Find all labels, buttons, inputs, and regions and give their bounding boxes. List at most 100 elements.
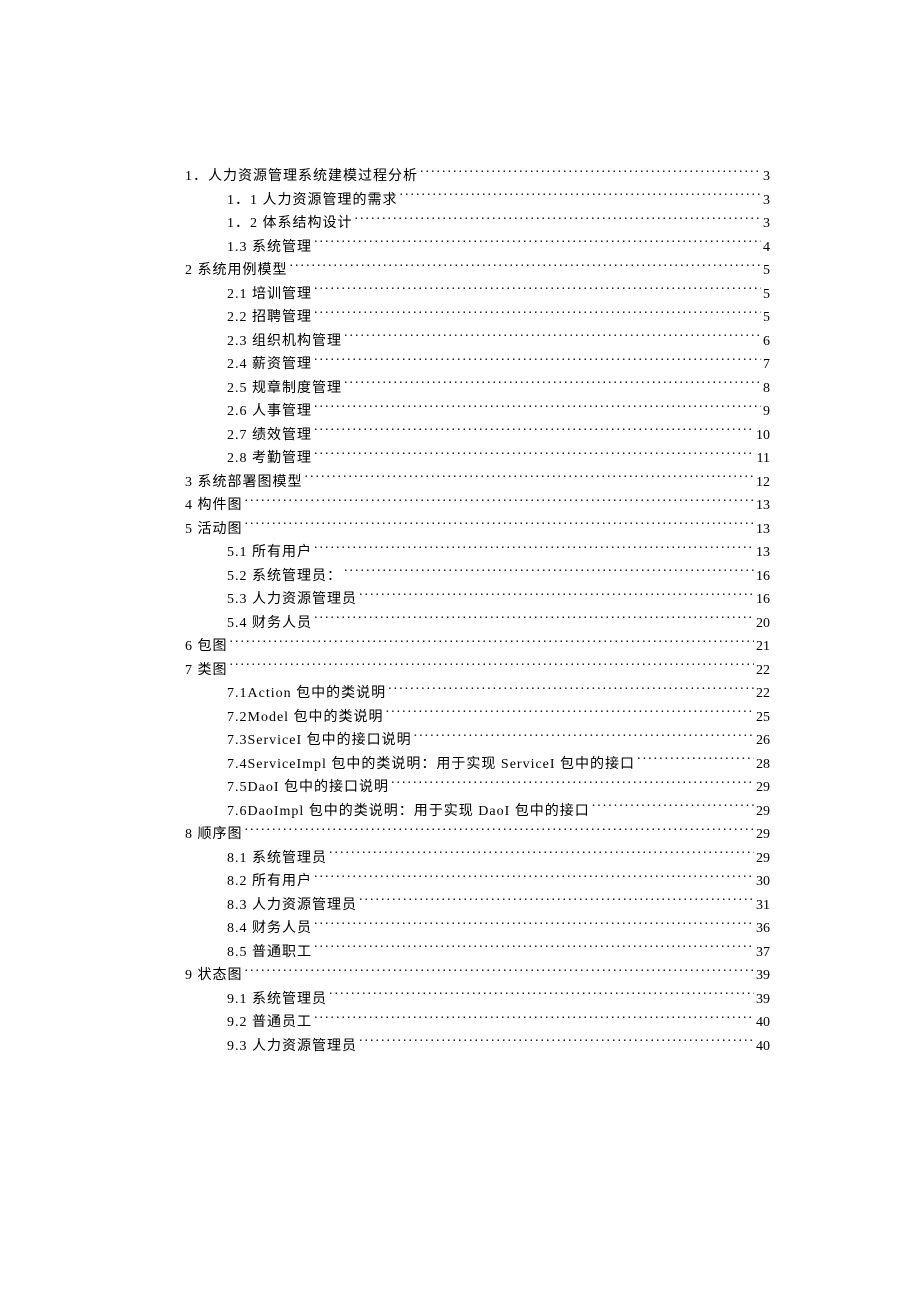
toc-entry-page: 3 — [763, 189, 770, 213]
toc-entry-title: 1.3 系统管理 — [227, 236, 312, 260]
toc-leader-dots — [344, 378, 761, 392]
toc-entry-title: 7.3ServiceI 包中的接口说明 — [227, 729, 412, 753]
toc-leader-dots — [344, 331, 761, 345]
toc-entry: 8.4 财务人员 36 — [185, 917, 770, 941]
toc-entry-page: 40 — [756, 1035, 770, 1059]
toc-entry-page: 13 — [756, 518, 770, 542]
toc-entry-page: 5 — [763, 306, 770, 330]
toc-entry: 2.8 考勤管理 11 — [185, 447, 770, 471]
toc-entry-page: 29 — [756, 823, 770, 847]
toc-entry: 7 类图 22 — [185, 659, 770, 683]
toc-entry-title: 2.4 薪资管理 — [227, 353, 312, 377]
toc-entry-page: 30 — [756, 870, 770, 894]
toc-leader-dots — [329, 989, 754, 1003]
toc-leader-dots — [355, 213, 762, 227]
toc-entry-title: 7.5DaoI 包中的接口说明 — [227, 776, 389, 800]
toc-entry-page: 22 — [756, 682, 770, 706]
toc-entry-title: 2.5 规章制度管理 — [227, 377, 342, 401]
toc-entry-page: 21 — [756, 635, 770, 659]
toc-entry-page: 20 — [756, 612, 770, 636]
toc-leader-dots — [314, 354, 761, 368]
toc-entry-title: 1．2 体系结构设计 — [227, 212, 353, 236]
toc-entry: 5.3 人力资源管理员 16 — [185, 588, 770, 612]
toc-entry-title: 7 类图 — [185, 659, 228, 683]
toc-entry-page: 16 — [756, 588, 770, 612]
toc-entry: 1.3 系统管理 4 — [185, 236, 770, 260]
toc-entry-page: 22 — [756, 659, 770, 683]
toc-leader-dots — [388, 683, 754, 697]
toc-entry: 7.2Model 包中的类说明25 — [185, 706, 770, 730]
toc-entry-page: 36 — [756, 917, 770, 941]
toc-entry-title: 7.1Action 包中的类说明 — [227, 682, 386, 706]
toc-entry-page: 37 — [756, 941, 770, 965]
toc-entry-title: 2.8 考勤管理 — [227, 447, 312, 471]
toc-entry: 4 构件图13 — [185, 494, 770, 518]
toc-entry-title: 2 系统用例模型 — [185, 259, 288, 283]
toc-entry-page: 39 — [756, 964, 770, 988]
toc-leader-dots — [414, 730, 754, 744]
toc-entry-title: 9.2 普通员工 — [227, 1011, 312, 1035]
toc-entry: 7.3ServiceI 包中的接口说明 26 — [185, 729, 770, 753]
toc-entry: 2.7 绩效管理 10 — [185, 424, 770, 448]
toc-entry: 7.4ServiceImpl 包中的类说明：用于实现 ServiceI 包中的接… — [185, 753, 770, 777]
toc-entry-page: 4 — [763, 236, 770, 260]
toc-entry-page: 31 — [756, 894, 770, 918]
toc-entry: 2.2 招聘管理 5 — [185, 306, 770, 330]
toc-entry-title: 8 顺序图 — [185, 823, 243, 847]
toc-entry-title: 2.7 绩效管理 — [227, 424, 312, 448]
toc-leader-dots — [314, 942, 754, 956]
toc-leader-dots — [359, 1036, 754, 1050]
toc-leader-dots — [359, 895, 754, 909]
toc-entry-page: 29 — [756, 776, 770, 800]
toc-leader-dots — [314, 401, 761, 415]
toc-entry-title: 9 状态图 — [185, 964, 243, 988]
toc-entry-title: 3 系统部署图模型 — [185, 471, 303, 495]
toc-entry-page: 5 — [763, 259, 770, 283]
toc-entry-page: 28 — [756, 753, 770, 777]
toc-entry: 6 包图21 — [185, 635, 770, 659]
toc-entry: 2.1 培训管理 5 — [185, 283, 770, 307]
toc-leader-dots — [314, 613, 754, 627]
toc-entry: 9.3 人力资源管理员40 — [185, 1035, 770, 1059]
toc-entry-page: 11 — [757, 447, 770, 471]
toc-entry-page: 8 — [763, 377, 770, 401]
toc-entry-page: 29 — [756, 800, 770, 824]
toc-entry: 3 系统部署图模型 12 — [185, 471, 770, 495]
toc-entry: 2.3 组织机构管理6 — [185, 330, 770, 354]
toc-entry-title: 2.1 培训管理 — [227, 283, 312, 307]
toc-entry-title: 7.6DaoImpl 包中的类说明：用于实现 DaoI 包中的接口 — [227, 800, 590, 824]
toc-entry: 2.4 薪资管理 7 — [185, 353, 770, 377]
toc-entry-page: 12 — [756, 471, 770, 495]
toc-entry-title: 5.4 财务人员 — [227, 612, 312, 636]
toc-entry: 1．人力资源管理系统建模过程分析 3 — [185, 165, 770, 189]
toc-entry-title: 8.1 系统管理员 — [227, 847, 327, 871]
toc-leader-dots — [290, 260, 762, 274]
toc-entry-page: 3 — [763, 165, 770, 189]
toc-entry-title: 8.4 财务人员 — [227, 917, 312, 941]
toc-entry-title: 8.5 普通职工 — [227, 941, 312, 965]
table-of-contents: 1．人力资源管理系统建模过程分析 3 1．1 人力资源管理的需求 3 1．2 体系结构设… — [185, 165, 770, 1058]
toc-entry-title: 1．1 人力资源管理的需求 — [227, 189, 398, 213]
toc-leader-dots — [245, 965, 755, 979]
toc-entry-page: 26 — [756, 729, 770, 753]
toc-leader-dots — [359, 589, 754, 603]
toc-entry: 9.2 普通员工40 — [185, 1011, 770, 1035]
toc-entry-title: 5.3 人力资源管理员 — [227, 588, 357, 612]
toc-leader-dots — [391, 777, 754, 791]
toc-entry: 7.1Action 包中的类说明 22 — [185, 682, 770, 706]
toc-leader-dots — [314, 918, 754, 932]
toc-entry: 2.5 规章制度管理 8 — [185, 377, 770, 401]
toc-entry-page: 9 — [763, 400, 770, 424]
toc-entry: 7.6DaoImpl 包中的类说明：用于实现 DaoI 包中的接口 29 — [185, 800, 770, 824]
toc-entry-title: 1．人力资源管理系统建模过程分析 — [185, 165, 418, 189]
toc-entry-title: 2.2 招聘管理 — [227, 306, 312, 330]
toc-entry-page: 7 — [763, 353, 770, 377]
toc-entry-page: 5 — [763, 283, 770, 307]
toc-entry: 2.6 人事管理 9 — [185, 400, 770, 424]
toc-entry: 8.3 人力资源管理员31 — [185, 894, 770, 918]
toc-entry-title: 2.6 人事管理 — [227, 400, 312, 424]
toc-entry-page: 10 — [756, 424, 770, 448]
toc-entry: 2 系统用例模型 5 — [185, 259, 770, 283]
toc-entry-title: 2.3 组织机构管理 — [227, 330, 342, 354]
toc-leader-dots — [314, 871, 754, 885]
